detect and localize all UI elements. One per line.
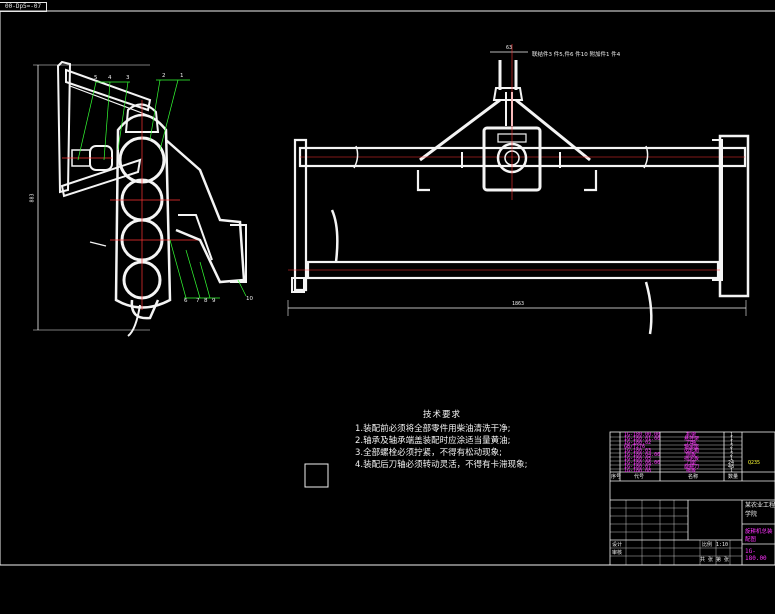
- callout-9: 9: [212, 298, 216, 304]
- drawing-tab-label[interactable]: 00-Dp5=-07: [0, 2, 48, 12]
- scale-label: 比例: [702, 542, 713, 548]
- front-view: [33, 60, 247, 337]
- tech-note-3: 3.全部螺栓必须拧紧，不得有松动现象;: [355, 448, 502, 458]
- callout-6: 6: [184, 298, 188, 304]
- technical-requirements-title: 技术要求: [423, 410, 462, 420]
- technical-requirements: 技术要求 1.装配前必须将全部零件用柴油清洗干净; 2.轴承及轴承端盖装配时应涂…: [355, 408, 585, 471]
- material-note: Q235: [748, 460, 761, 466]
- designer-label: 设计: [612, 542, 623, 548]
- callout-7: 7: [196, 298, 200, 304]
- callout-2: 2: [162, 73, 166, 79]
- callout-4: 4: [108, 75, 112, 81]
- checker-label: 审核: [612, 550, 623, 556]
- header-qty: 数量: [728, 474, 739, 480]
- school-name: 某农业工程学院: [745, 502, 775, 518]
- callout-3: 3: [126, 75, 130, 81]
- tech-note-1: 1.装配前必须将全部零件用柴油清洗干净;: [355, 424, 511, 434]
- header-code: 代号: [634, 474, 645, 480]
- height-dimension: 883: [29, 193, 36, 203]
- view-marker-box: [304, 463, 329, 488]
- callout-1: 1: [180, 73, 184, 79]
- tech-note-4: 4.装配后刀轴必须转动灵活，不得有卡滞现象;: [355, 460, 528, 470]
- top-dimension: 63: [506, 45, 513, 51]
- width-dimension: 1863: [512, 301, 525, 307]
- callout-5: 5: [94, 75, 98, 81]
- sheet-label: 共 张 第 张: [700, 557, 730, 563]
- scale-value: 1:10: [716, 542, 729, 548]
- header-name: 名称: [688, 474, 699, 480]
- header-index: 序号: [611, 474, 622, 480]
- drawing-name: 旋耕机总装配图: [745, 529, 773, 543]
- tech-note-2: 2.轴承及轴承端盖装配时应涂适当量黄油;: [355, 436, 511, 446]
- callout-8: 8: [204, 298, 208, 304]
- side-view: [287, 44, 750, 335]
- drawing-code: 1G-180.00: [745, 548, 767, 562]
- side-view-top-note: 联结件3 件5,件6 件10 附加件1 件4: [532, 52, 621, 58]
- cad-drawing-canvas: [0, 10, 775, 566]
- callout-10: 10: [246, 296, 253, 302]
